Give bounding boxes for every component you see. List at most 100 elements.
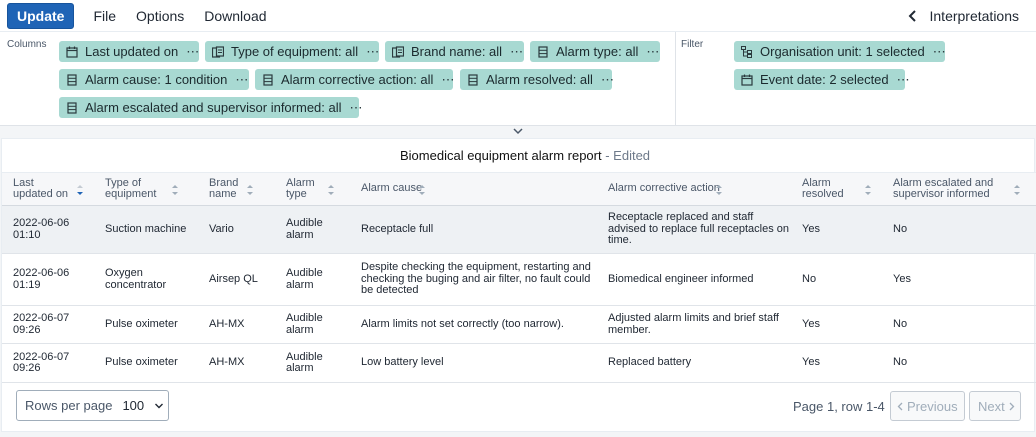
table-row[interactable]: 2022-06-07 09:26 Pulse oximeter AH-MX Au… [2,343,1036,383]
chip-alarm-cause[interactable]: Alarm cause: 1 condition ⋯ [59,69,249,90]
header-last-updated-on[interactable]: Last updated on [2,172,94,206]
chevron-down-icon [155,403,164,408]
sort-icon[interactable] [246,184,254,196]
table-row[interactable]: 2022-06-06 01:10 Suction machine Vario A… [2,205,1036,254]
cell-alarm-type: Audible alarm [275,305,350,344]
chip-label: Last updated on [85,44,179,59]
cell-brand-name: Vario [198,205,275,254]
previous-label: Previous [907,398,958,414]
cell-alarm-escalated: Yes [882,253,1036,306]
chevron-right-icon [1009,402,1015,410]
rows-per-page-label: Rows per page [25,398,113,413]
chip-menu-icon[interactable]: ⋯ [601,72,614,88]
org-unit-icon [741,45,752,58]
chip-menu-icon[interactable]: ⋯ [350,100,363,116]
chip-menu-icon[interactable]: ⋯ [186,44,199,60]
report-title: Biomedical equipment alarm report - Edit… [395,145,656,166]
next-label: Next [978,398,1005,414]
rows-per-page-select[interactable]: Rows per page 100 [16,390,169,421]
cell-alarm-escalated: No [882,305,1036,344]
option-set-icon [392,45,404,58]
data-element-icon [67,73,77,86]
sort-icon[interactable] [327,184,335,196]
collapse-layout-icon[interactable] [512,127,524,135]
edited-label: - Edited [601,148,651,163]
chip-menu-icon[interactable]: ⋯ [646,44,659,60]
chip-event-date[interactable]: Event date: 2 selected ⋯ [734,69,910,90]
cell-alarm-resolved: Yes [791,305,882,344]
chip-label: Type of equipment: all [231,44,359,59]
header-row: Last updated on Type of equipment Brand … [2,172,1036,206]
sort-icon[interactable] [715,184,723,196]
layout-panel: Columns Filter Last updated on ⋯ Type of… [0,32,1036,126]
chip-menu-icon[interactable]: ⋯ [897,72,910,88]
header-brand-name[interactable]: Brand name [198,172,275,206]
chip-label: Organisation unit: 1 selected [760,44,925,59]
chip-label: Alarm type: all [556,44,639,59]
top-bar: Update File Options Download Interpretat… [0,0,1036,32]
chip-menu-icon[interactable]: ⋯ [441,72,454,88]
chip-alarm-resolved[interactable]: Alarm resolved: all ⋯ [460,69,614,90]
cell-alarm-escalated: No [882,205,1036,254]
cell-alarm-type: Audible alarm [275,343,350,383]
chip-label: Brand name: all [411,44,503,59]
calendar-icon [741,74,753,86]
file-menu[interactable]: File [93,8,116,24]
cell-equipment-type: Pulse oximeter [94,305,198,344]
chip-menu-icon[interactable]: ⋯ [235,72,248,88]
chip-alarm-corrective-action[interactable]: Alarm corrective action: all ⋯ [255,69,454,90]
chip-menu-icon[interactable]: ⋯ [933,44,946,60]
layout-divider [675,32,676,126]
table-row[interactable]: 2022-06-06 01:19 Oxygen concentrator Air… [2,253,1036,306]
cell-alarm-cause: Low battery level [350,343,597,383]
cell-last-updated: 2022-06-07 09:26 [2,343,94,383]
sort-icon[interactable] [418,184,426,196]
rows-per-page-value: 100 [122,398,145,413]
chip-organisation-unit[interactable]: Organisation unit: 1 selected ⋯ [734,41,946,62]
options-menu[interactable]: Options [136,8,184,24]
update-button[interactable]: Update [7,2,75,29]
header-alarm-cause[interactable]: Alarm cause [350,172,597,206]
interpretations-label: Interpretations [929,8,1020,24]
chip-brand-name[interactable]: Brand name: all ⋯ [385,41,524,62]
previous-page-button[interactable]: Previous [890,391,965,421]
cell-alarm-cause: Despite checking the equipment, restarti… [350,253,597,306]
cell-last-updated: 2022-06-07 09:26 [2,305,94,344]
columns-label: Columns [7,39,47,50]
chip-last-updated-on[interactable]: Last updated on ⋯ [59,41,199,62]
chevron-left-icon [897,402,903,410]
chip-type-of-equipment[interactable]: Type of equipment: all ⋯ [205,41,379,62]
header-type-of-equipment[interactable]: Type of equipment [94,172,198,206]
sort-desc-icon[interactable] [76,184,84,196]
data-element-icon [468,73,478,86]
cell-brand-name: Airsep QL [198,253,275,306]
chip-alarm-type[interactable]: Alarm type: all ⋯ [530,41,660,62]
chip-menu-icon[interactable]: ⋯ [366,44,379,60]
header-alarm-escalated[interactable]: Alarm escalated and supervisor informed [882,172,1036,206]
sort-icon[interactable] [171,184,179,196]
cell-equipment-type: Suction machine [94,205,198,254]
download-menu[interactable]: Download [204,8,266,24]
chip-label: Alarm escalated and supervisor informed:… [85,100,342,115]
chip-alarm-escalated[interactable]: Alarm escalated and supervisor informed:… [59,97,363,118]
table-row[interactable]: 2022-06-07 09:26 Pulse oximeter AH-MX Au… [2,305,1036,344]
cell-alarm-cause: Receptacle full [350,205,597,254]
sort-icon[interactable] [1013,184,1021,196]
header-alarm-resolved[interactable]: Alarm resolved [791,172,882,206]
calendar-icon [66,46,78,58]
sort-icon[interactable] [864,184,872,196]
interpretations-toggle[interactable]: Interpretations [908,0,1020,32]
cell-equipment-type: Oxygen concentrator [94,253,198,306]
next-page-button[interactable]: Next [969,391,1021,421]
data-element-icon [67,101,77,114]
header-alarm-corrective-action[interactable]: Alarm corrective action [597,172,791,206]
cell-alarm-cause: Alarm limits not set correctly (too narr… [350,305,597,344]
cell-alarm-resolved: No [791,253,882,306]
chip-label: Alarm corrective action: all [281,72,434,87]
header-alarm-type[interactable]: Alarm type [275,172,350,206]
cell-equipment-type: Pulse oximeter [94,343,198,383]
chip-menu-icon[interactable]: ⋯ [510,44,523,60]
cell-corrective-action: Adjusted alarm limits and brief staff me… [597,305,791,344]
table-footer: Rows per page 100 Page 1, row 1-4 Previo… [2,382,1034,431]
cell-alarm-escalated: No [882,343,1036,383]
